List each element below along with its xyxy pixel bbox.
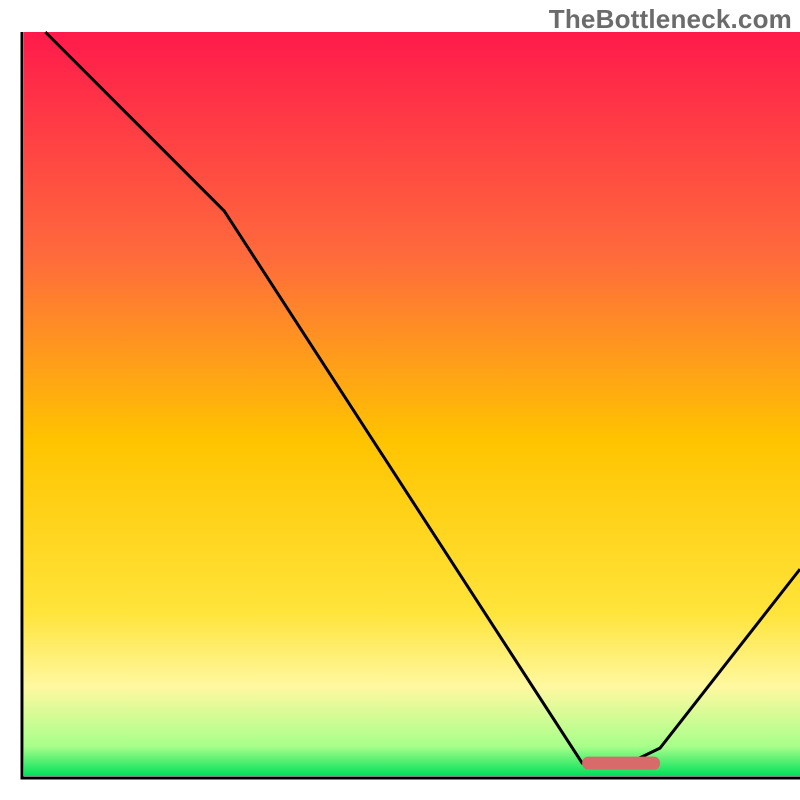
bottleneck-chart: TheBottleneck.com [0,0,800,800]
chart-svg [0,0,800,800]
watermark-text: TheBottleneck.com [549,4,792,35]
plot-background [24,32,800,776]
optimal-range-marker [582,757,660,770]
